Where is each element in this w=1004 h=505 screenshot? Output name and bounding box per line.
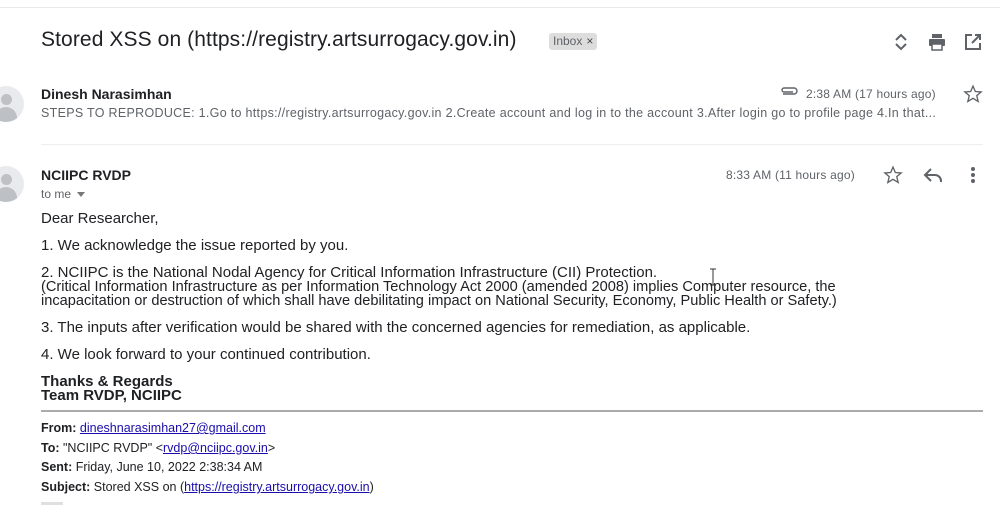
sent-value: Friday, June 10, 2022 2:38:34 AM: [75, 460, 263, 474]
sender-name[interactable]: NCIIPC RVDP: [41, 167, 131, 183]
quote-divider: [41, 410, 983, 412]
sender-name[interactable]: Dinesh Narasimhan: [41, 86, 172, 102]
from-email-link[interactable]: dineshnarasimhan27@gmail.com: [80, 421, 266, 435]
to-email-link[interactable]: rvdp@nciipc.gov.in: [163, 441, 268, 455]
paragraph-2-line-2: (Critical Information Infrastructure as …: [41, 279, 836, 295]
attachment-icon: [779, 84, 799, 98]
signoff-line-2: Team RVDP, NCIIPC: [41, 387, 182, 404]
paragraph-3: 3. The inputs after verification would b…: [41, 319, 751, 336]
recipient-text: to me: [41, 187, 72, 201]
remove-label-button[interactable]: ×: [586, 33, 593, 50]
to-label: To:: [41, 441, 60, 455]
to-end: >: [267, 441, 276, 455]
from-label: From:: [41, 421, 77, 435]
print-icon[interactable]: [927, 32, 947, 52]
paragraph-1: 1. We acknowledge the issue reported by …: [41, 237, 349, 254]
star-icon[interactable]: [961, 82, 985, 106]
unfold-icon[interactable]: [891, 32, 911, 52]
quoted-from: From: dineshnarasimhan27@gmail.com: [41, 421, 266, 435]
open-in-new-icon[interactable]: [963, 32, 983, 52]
inbox-label-chip[interactable]: Inbox ×: [549, 33, 598, 50]
top-divider: [0, 7, 1000, 8]
star-icon[interactable]: [881, 163, 905, 187]
quoted-sent: Sent: Friday, June 10, 2022 2:38:34 AM: [41, 460, 262, 474]
paragraph-2-line-3: incapacitation or destruction of which s…: [41, 293, 837, 309]
to-name: "NCIIPC RVDP" <: [63, 441, 163, 455]
avatar: [0, 86, 24, 122]
chevron-down-icon: [77, 192, 86, 197]
message-time[interactable]: 2:38 AM (17 hours ago): [806, 87, 936, 101]
subject-label: Subject:: [41, 480, 91, 494]
label-text: Inbox: [553, 34, 583, 48]
avatar: [0, 166, 24, 202]
reply-icon[interactable]: [921, 163, 945, 187]
subject-prefix: Stored XSS on (: [93, 480, 185, 494]
message-time[interactable]: 8:33 AM (11 hours ago): [726, 168, 855, 182]
more-vert-icon[interactable]: [961, 163, 985, 187]
message-snippet[interactable]: STEPS TO REPRODUCE: 1.Go to https://regi…: [41, 106, 981, 120]
quoted-subject: Subject: Stored XSS on (https://registry…: [41, 480, 374, 494]
text-cursor-icon: [710, 268, 716, 286]
paragraph-2-line-1: 2. NCIIPC is the National Nodal Agency f…: [41, 264, 658, 281]
message-divider: [41, 144, 983, 145]
greeting: Dear Researcher,: [41, 210, 159, 227]
sent-label: Sent:: [41, 460, 73, 474]
subject-link[interactable]: https://registry.artsurrogacy.gov.in: [184, 480, 370, 494]
subject-suffix: ): [369, 480, 374, 494]
quoted-to: To: "NCIIPC RVDP" <rvdp@nciipc.gov.in>: [41, 441, 275, 455]
recipient-details-toggle[interactable]: to me: [41, 187, 86, 201]
paragraph-4: 4. We look forward to your continued con…: [41, 346, 371, 363]
thread-subject: Stored XSS on (https://registry.artsurro…: [41, 28, 517, 51]
